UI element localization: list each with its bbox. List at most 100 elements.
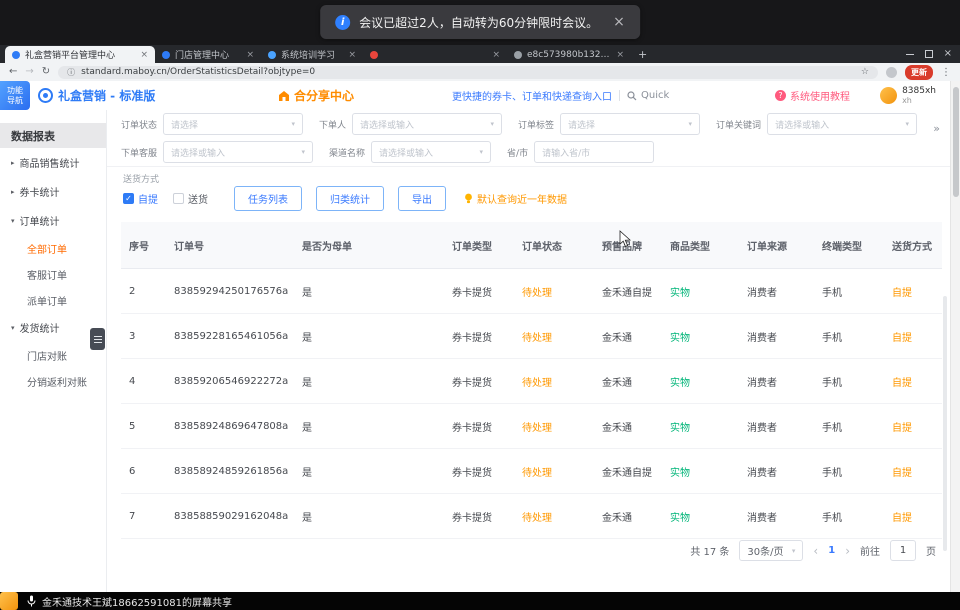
filter-label: 订单关键词 bbox=[716, 118, 761, 131]
scrollbar-thumb[interactable] bbox=[953, 87, 959, 197]
action-button[interactable]: 归类统计 bbox=[316, 186, 384, 211]
reload-icon[interactable]: ↻ bbox=[42, 67, 50, 77]
table-row[interactable]: 383859228165461056a是券卡提货待处理金禾通实物消费者手机自提 bbox=[121, 314, 942, 359]
filter-field: 订单标签请选择▾ bbox=[518, 113, 700, 135]
minimize-icon[interactable] bbox=[906, 54, 914, 55]
table-cell: 金禾通自提 bbox=[594, 449, 662, 493]
sidebar-subitem[interactable]: 全部订单 bbox=[0, 235, 106, 261]
filter-select[interactable]: 请选择或输入▾ bbox=[767, 113, 917, 135]
divider bbox=[107, 166, 950, 167]
tab-close-icon[interactable]: × bbox=[492, 50, 500, 60]
chevron-down-icon: ▾ bbox=[292, 120, 296, 128]
browser-update-button[interactable]: 更新 bbox=[905, 65, 933, 80]
chevron-down-icon: ▾ bbox=[906, 120, 910, 128]
tab-close-icon[interactable]: × bbox=[348, 50, 356, 60]
sidebar: 数据报表 ▸商品销售统计▸券卡统计▾订单统计全部订单客服订单派单订单▾发货统计门… bbox=[0, 110, 107, 592]
sidebar-item[interactable]: ▸券卡统计 bbox=[0, 177, 106, 206]
sidebar-collapse-handle[interactable] bbox=[90, 328, 105, 350]
column-header: 是否为母单 bbox=[294, 222, 444, 268]
page-size-select[interactable]: 30条/页 ▾ bbox=[739, 540, 803, 561]
main-content: 订单状态请选择▾下单人请选择或输入▾订单标签请选择▾订单关键词请选择或输入▾ »… bbox=[107, 110, 950, 592]
maximize-icon[interactable] bbox=[925, 50, 933, 58]
forward-icon[interactable]: → bbox=[25, 67, 33, 77]
sidebar-subitem[interactable]: 派单订单 bbox=[0, 287, 106, 313]
promo-link[interactable]: 更快捷的券卡、订单和快递查询入口 bbox=[452, 88, 612, 103]
tab-close-icon[interactable]: × bbox=[140, 50, 148, 60]
browser-tab[interactable]: 礼盒营销平台管理中心× bbox=[5, 46, 155, 63]
column-header: 终端类型 bbox=[814, 222, 884, 268]
prev-page-icon[interactable]: ‹ bbox=[813, 544, 818, 558]
browser-tab[interactable]: 系统培训学习× bbox=[261, 46, 363, 63]
goto-label: 前往 bbox=[860, 543, 880, 558]
address-bar[interactable]: ⓘ standard.maboy.cn/OrderStatisticsDetai… bbox=[58, 66, 878, 79]
sidebar-item[interactable]: ▾订单统计 bbox=[0, 206, 106, 235]
table-cell: 金禾通 bbox=[594, 404, 662, 448]
table-row[interactable]: 583858924869647808a是券卡提货待处理金禾通实物消费者手机自提 bbox=[121, 404, 942, 449]
browser-tab[interactable]: e8c573980b1328a258fd2e6× bbox=[507, 46, 631, 63]
bookmark-star-icon[interactable]: ☆ bbox=[861, 67, 869, 77]
taskbar-avatar[interactable] bbox=[0, 592, 18, 610]
table-scrollbar[interactable] bbox=[943, 296, 947, 551]
placeholder-text: 请选择 bbox=[171, 118, 198, 131]
filter-select[interactable]: 请选择或输入▾ bbox=[163, 141, 313, 163]
filter-input[interactable]: 请输入省/市 bbox=[534, 141, 654, 163]
table-cell: 手机 bbox=[814, 269, 884, 313]
table-cell: 消费者 bbox=[739, 359, 814, 403]
delivery-checkbox-group: ✓自提送货 bbox=[123, 191, 208, 206]
page-scrollbar[interactable] bbox=[950, 81, 960, 592]
logo-icon bbox=[38, 88, 53, 103]
tutorial-link[interactable]: ? 系统使用教程 bbox=[775, 81, 850, 110]
table-cell: 实物 bbox=[662, 269, 739, 313]
browser-menu-icon[interactable]: ⋮ bbox=[941, 67, 951, 78]
browser-tab[interactable]: 门店管理中心× bbox=[155, 46, 261, 63]
table-cell: 券卡提货 bbox=[444, 269, 514, 313]
user-name: 8385xh bbox=[902, 86, 936, 96]
browser-profile-avatar[interactable] bbox=[886, 67, 897, 78]
function-nav-toggle[interactable]: 功能 导航 bbox=[0, 81, 30, 110]
back-icon[interactable]: ← bbox=[9, 67, 17, 77]
collapse-filters-icon[interactable]: » bbox=[933, 122, 940, 135]
new-tab-button[interactable]: + bbox=[638, 48, 647, 61]
close-window-icon[interactable]: × bbox=[944, 49, 952, 59]
column-header: 订单来源 bbox=[739, 222, 814, 268]
tab-favicon-icon bbox=[268, 51, 276, 59]
site-info-icon[interactable]: ⓘ bbox=[67, 67, 75, 78]
sidebar-subitem[interactable]: 客服订单 bbox=[0, 261, 106, 287]
close-icon[interactable]: × bbox=[613, 14, 625, 30]
table-row[interactable]: 783858859029162048a是券卡提货待处理金禾通实物消费者手机自提 bbox=[121, 494, 942, 539]
tab-close-icon[interactable]: × bbox=[246, 50, 254, 60]
table-row[interactable]: 683858924859261856a是券卡提货待处理金禾通自提实物消费者手机自… bbox=[121, 449, 942, 494]
quick-label: Quick bbox=[641, 90, 669, 101]
goto-page-input[interactable]: 1 bbox=[890, 540, 916, 561]
filter-field: 下单客服请选择或输入▾ bbox=[121, 141, 313, 163]
sidebar-subitem[interactable]: 分销返利对账 bbox=[0, 368, 106, 394]
delivery-checkbox[interactable]: 送货 bbox=[173, 191, 208, 206]
table-cell: 消费者 bbox=[739, 494, 814, 538]
browser-tab[interactable]: × bbox=[363, 46, 507, 63]
table-row[interactable]: 283859294250176576a是券卡提货待处理金禾通自提实物消费者手机自… bbox=[121, 269, 942, 314]
filter-select[interactable]: 请选择 ▾ bbox=[163, 113, 303, 135]
action-button[interactable]: 导出 bbox=[398, 186, 446, 211]
goto-page-value: 1 bbox=[900, 545, 906, 556]
filter-select[interactable]: 请选择或输入▾ bbox=[371, 141, 491, 163]
next-page-icon[interactable]: › bbox=[845, 544, 850, 558]
tab-favicon-icon bbox=[162, 51, 170, 59]
sidebar-item[interactable]: ▸商品销售统计 bbox=[0, 148, 106, 177]
table-row[interactable]: 483859206546922272a是券卡提货待处理金禾通实物消费者手机自提 bbox=[121, 359, 942, 404]
filter-select[interactable]: 请选择或输入▾ bbox=[352, 113, 502, 135]
table-cell: 金禾通 bbox=[594, 494, 662, 538]
action-button[interactable]: 任务列表 bbox=[234, 186, 302, 211]
sidebar-item-label: 商品销售统计 bbox=[20, 155, 80, 170]
user-names: 8385xh xh bbox=[902, 86, 936, 106]
share-center-link[interactable]: 合分享中心 bbox=[278, 81, 354, 110]
table-cell: 券卡提货 bbox=[444, 449, 514, 493]
filter-select[interactable]: 请选择▾ bbox=[560, 113, 700, 135]
quick-search[interactable]: Quick bbox=[627, 90, 669, 101]
table-cell: 待处理 bbox=[514, 269, 594, 313]
tab-close-icon[interactable]: × bbox=[616, 50, 624, 60]
user-menu[interactable]: 8385xh xh bbox=[880, 81, 936, 110]
current-page[interactable]: 1 bbox=[828, 545, 835, 556]
table-cell: 是 bbox=[294, 359, 444, 403]
delivery-checkbox[interactable]: ✓自提 bbox=[123, 191, 158, 206]
filter-label: 下单客服 bbox=[121, 146, 157, 159]
